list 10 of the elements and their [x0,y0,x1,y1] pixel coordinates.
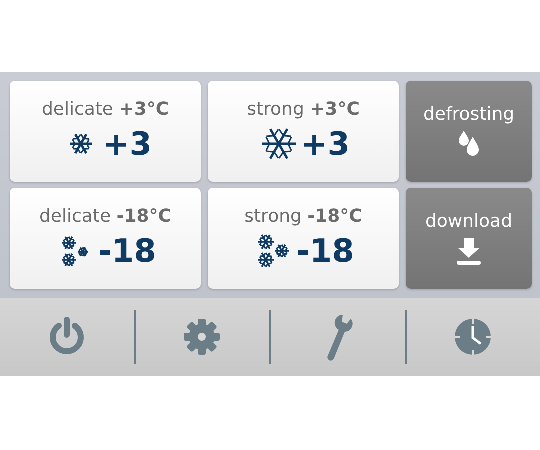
download-icon [454,236,484,266]
program-button[interactable]: delicate +3°C +3 [10,81,201,182]
program-button[interactable]: strong -18°C -18 [208,188,399,289]
action-button[interactable]: download [406,188,532,289]
action-button[interactable]: defrosting [406,81,532,182]
power-icon [48,317,86,357]
clock-icon [453,317,494,357]
program-button[interactable]: delicate -18°C -18 [10,188,201,289]
program-button[interactable]: strong +3°C +3 [208,81,399,182]
settings-icon [183,318,222,356]
